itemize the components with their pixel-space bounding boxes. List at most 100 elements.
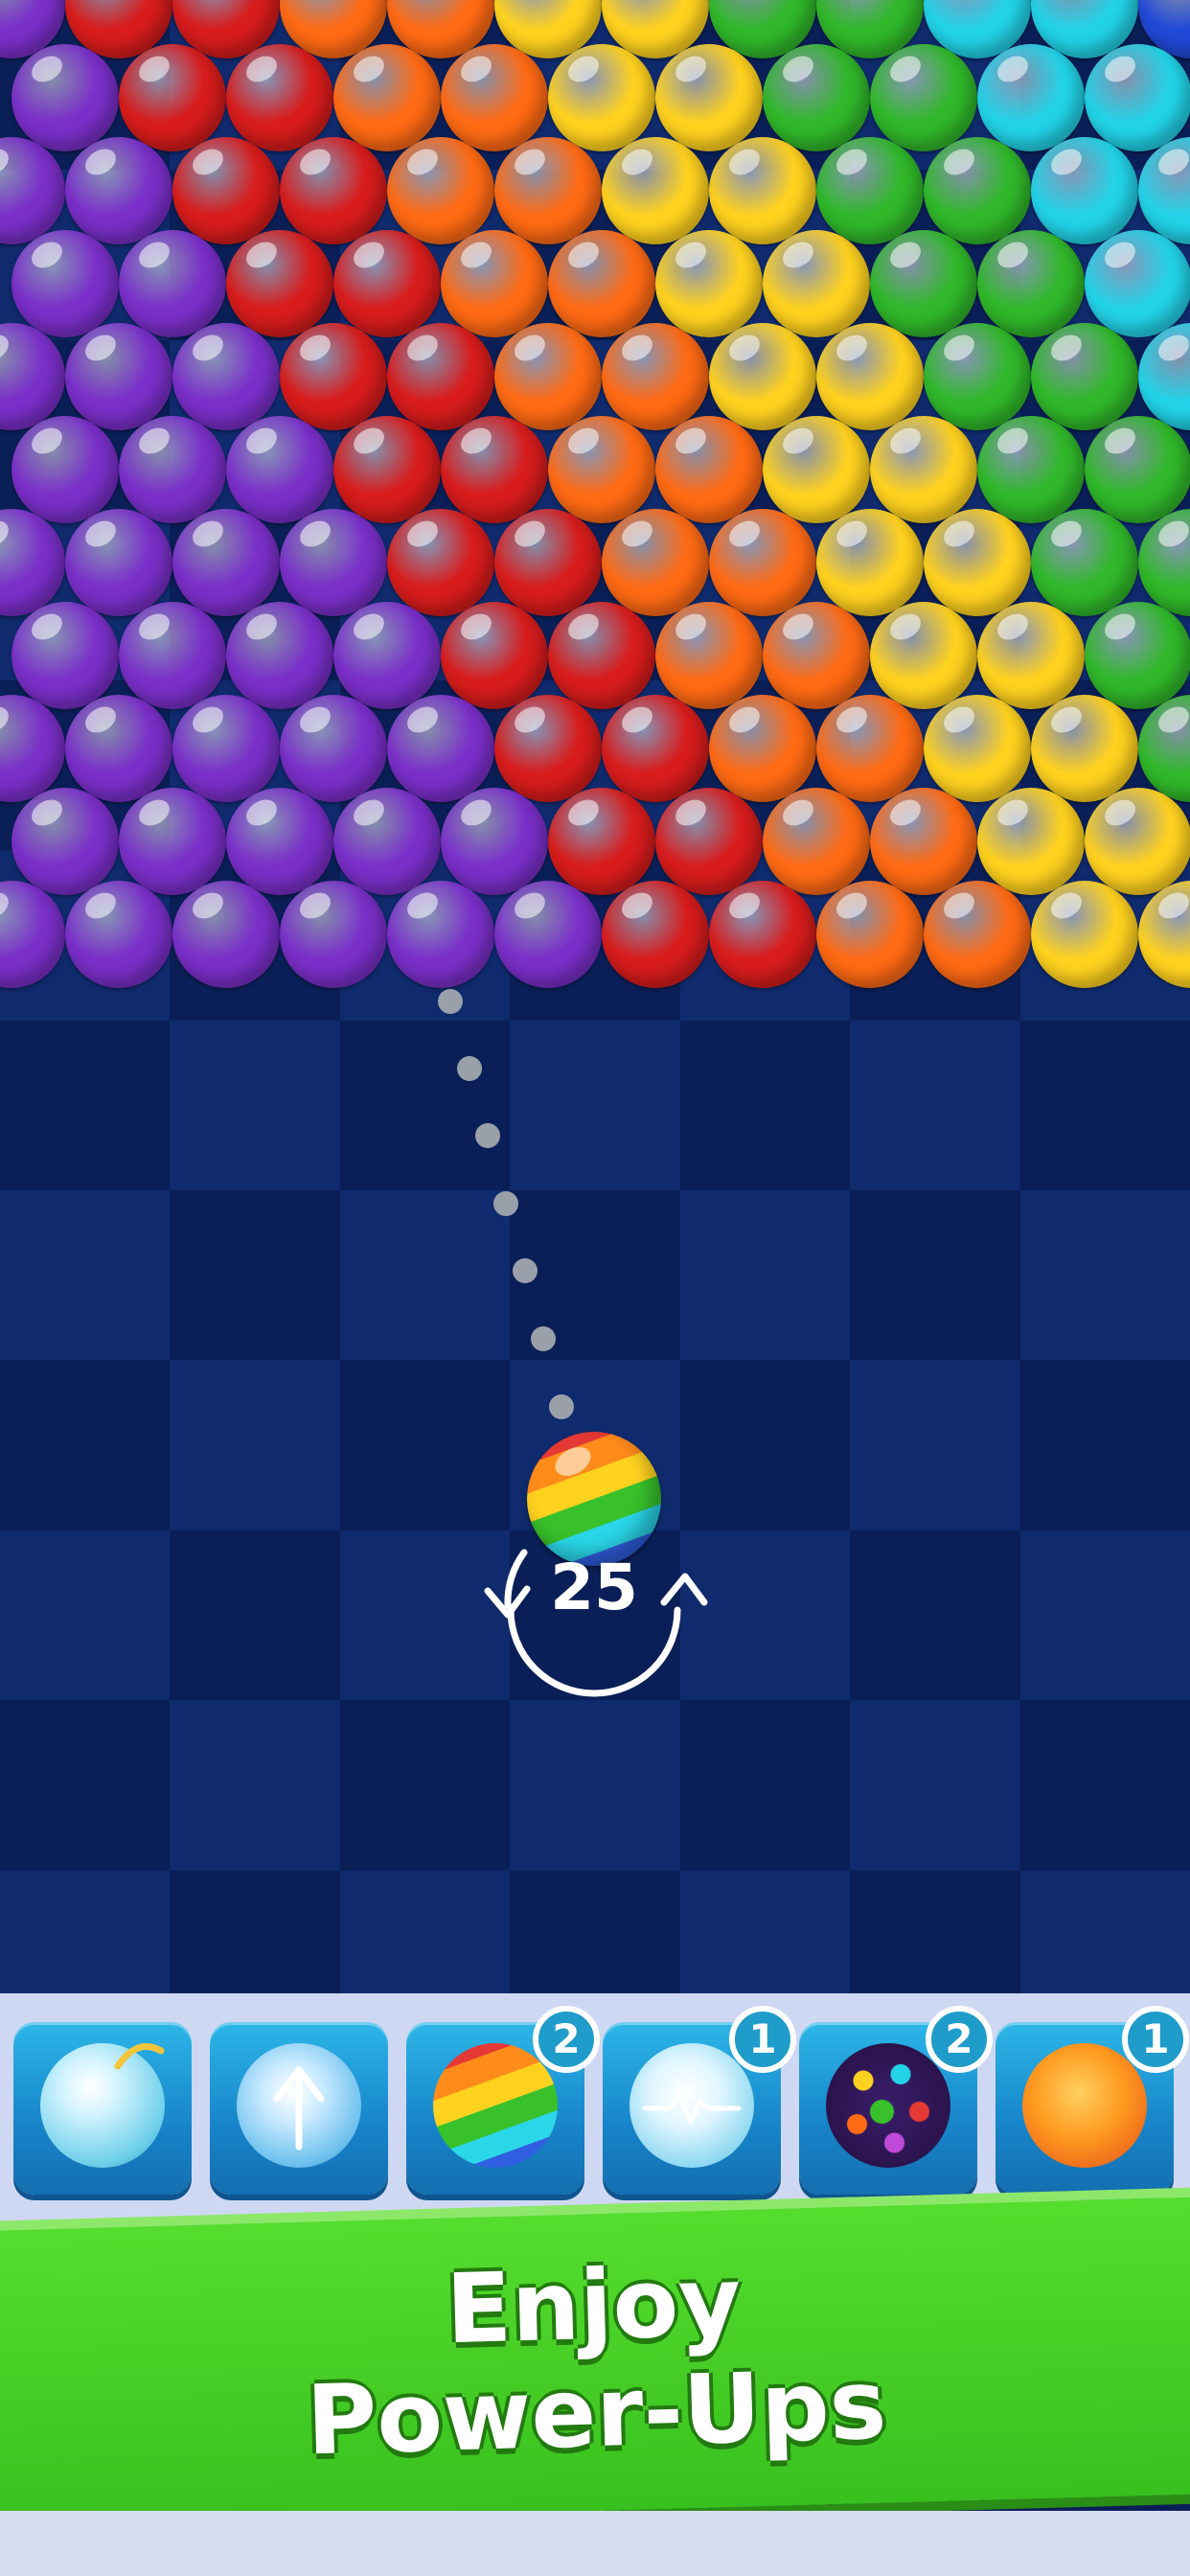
purple-bubble [119,230,226,337]
orange-bubble [441,44,548,151]
red-bubble [548,602,655,709]
yellow-bubble [977,788,1085,895]
purple-bubble [119,788,226,895]
purple-bubble [387,695,494,802]
board-tile [679,1020,851,1190]
orange-bubble [333,44,441,151]
yellow-bubble [548,44,655,151]
board-tile [339,1020,511,1190]
cyan-bubble [1031,137,1138,244]
aim-dot [438,989,463,1014]
red-bubble [172,137,280,244]
purple-bubble [280,881,387,988]
yellow-bubble [602,137,709,244]
promo-banner-text: Enjoy Power-Ups [0,2236,1190,2484]
board-tile [170,1360,340,1530]
orange-bubble [602,509,709,616]
red-bubble [494,695,602,802]
green-bubble [816,137,924,244]
yellow-bubble [655,44,763,151]
purple-bubble [119,602,226,709]
purple-bubble [280,509,387,616]
green-bubble [977,416,1085,523]
board-tile [850,1020,1020,1190]
board-tile [1019,1190,1190,1361]
purple-bubble [226,788,333,895]
cyan-bubble [1085,230,1190,337]
board-tile [1019,1530,1190,1701]
board-tile [170,1530,340,1701]
purple-bubble [333,788,441,895]
board-tile [170,1190,340,1361]
orange-bubble [441,230,548,337]
red-bubble [333,416,441,523]
board-tile [0,1190,171,1361]
red-bubble [119,44,226,151]
purple-bubble [119,416,226,523]
purple-bubble [333,602,441,709]
board-tile [339,1700,511,1871]
red-bubble [226,44,333,151]
orange-bubble [548,416,655,523]
purple-bubble [494,881,602,988]
board-tile [170,1020,340,1190]
bottom-strip [0,2511,1190,2576]
board-tile [339,1190,511,1361]
powerup-slot-bomb[interactable] [13,2022,192,2195]
cyan-bubble [1138,323,1190,430]
powerup-slot-arrow[interactable] [210,2022,388,2195]
purple-bubble [226,602,333,709]
yellow-bubble [709,137,816,244]
red-bubble [709,881,816,988]
red-bubble [602,695,709,802]
yellow-bubble [763,230,870,337]
board-tile [679,1870,851,1993]
green-bubble [1138,509,1190,616]
orange-bubble [924,881,1031,988]
orange-bubble [816,695,924,802]
aim-dot [493,1191,518,1216]
orange-bubble [494,137,602,244]
red-bubble [280,323,387,430]
orange-bubble [709,695,816,802]
fuse-icon [114,2043,165,2070]
aim-dot [457,1056,482,1081]
purple-bubble [172,881,280,988]
yellow-bubble [709,323,816,430]
yellow-bubble [870,602,977,709]
board-tile [1019,1870,1190,1993]
purple-bubble [11,602,119,709]
board-tile [510,1020,680,1190]
yellow-bubble [924,509,1031,616]
bubble-grid [0,0,1190,997]
game-board[interactable]: 25 [0,0,1190,1993]
rainbow-count-badge: 2 [533,2006,600,2073]
orange-bubble [763,602,870,709]
board-tile [510,1700,680,1871]
purple-bubble [11,44,119,151]
rainbow-bubble-icon [433,2043,558,2168]
red-bubble [333,230,441,337]
board-tile [850,1700,1020,1871]
aim-dot [531,1326,556,1351]
yellow-bubble [1138,881,1190,988]
board-tile [0,1020,171,1190]
zigzag-icon [642,2092,742,2125]
board-tile [0,1360,171,1530]
board-tile [1019,1700,1190,1871]
board-tile [679,1190,851,1361]
purple-bubble [387,881,494,988]
board-tile [1019,1020,1190,1190]
purple-bubble [280,695,387,802]
purple-bubble [65,695,172,802]
board-tile [850,1360,1020,1530]
yellow-bubble [870,416,977,523]
purple-bubble [441,788,548,895]
board-tile [850,1530,1020,1701]
orange-bubble [655,416,763,523]
yellow-bubble [924,695,1031,802]
purple-bubble [65,137,172,244]
board-tile [339,1870,511,1993]
orange-bubble [870,788,977,895]
purple-bubble [65,509,172,616]
